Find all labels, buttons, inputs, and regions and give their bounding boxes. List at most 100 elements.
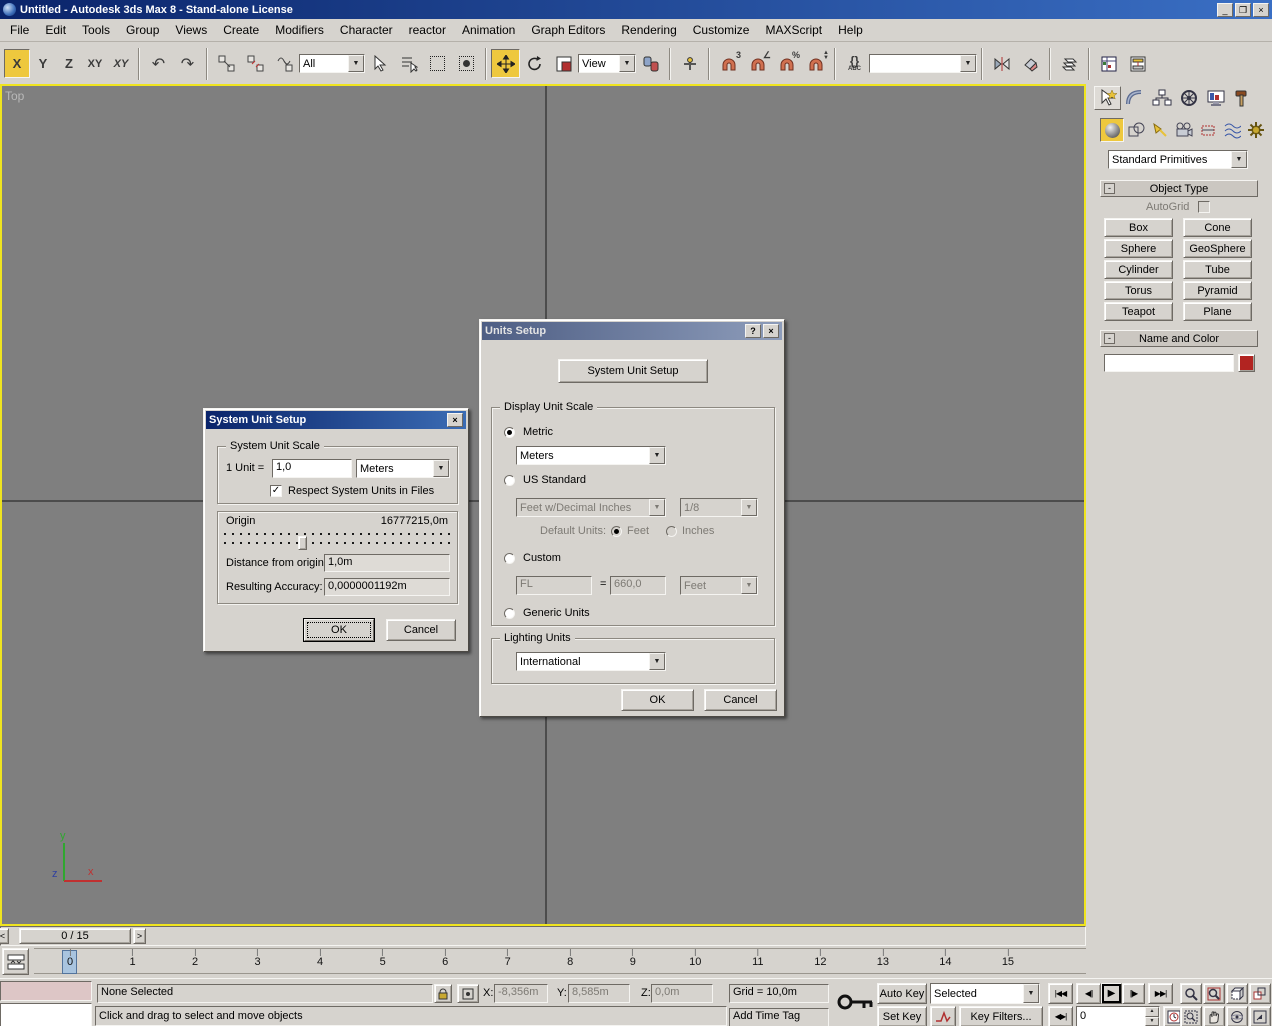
absolute-offset-toggle[interactable] xyxy=(457,984,479,1003)
menu-item-tools[interactable]: Tools xyxy=(74,20,118,40)
units-setup-titlebar[interactable]: Units Setup ? × xyxy=(482,322,782,340)
system-unit-setup-titlebar[interactable]: System Unit Setup × xyxy=(206,411,466,429)
geosphere-button[interactable]: GeoSphere xyxy=(1183,239,1252,258)
chevron-down-icon[interactable]: ▼ xyxy=(649,447,665,464)
rectangular-selection-region-button[interactable] xyxy=(423,49,452,78)
align-button[interactable] xyxy=(1016,49,1045,78)
menu-item-graph-editors[interactable]: Graph Editors xyxy=(523,20,613,40)
angle-snap-button[interactable]: ∠ xyxy=(743,49,772,78)
track-bar[interactable]: 0123456789101112131415 xyxy=(0,946,1086,978)
window-crossing-toggle-button[interactable] xyxy=(452,49,481,78)
zoom-all-button[interactable] xyxy=(1203,983,1225,1004)
chevron-down-icon[interactable]: ▼ xyxy=(649,653,665,670)
object-name-input[interactable] xyxy=(1104,354,1234,372)
tab-motion[interactable] xyxy=(1175,86,1202,110)
select-object-button[interactable] xyxy=(365,49,394,78)
box-button[interactable]: Box xyxy=(1104,218,1173,237)
next-frame-arrow[interactable]: > xyxy=(133,928,146,944)
generic-units-radio[interactable] xyxy=(504,608,515,619)
system-unit-setup-button[interactable]: System Unit Setup xyxy=(558,359,708,383)
category-cameras[interactable] xyxy=(1172,118,1196,142)
menu-item-reactor[interactable]: reactor xyxy=(401,20,454,40)
default-tangent-curve-button[interactable] xyxy=(930,1006,956,1026)
respect-units-label[interactable]: Respect System Units in Files xyxy=(288,485,434,497)
zoom-button[interactable] xyxy=(1180,983,1202,1004)
ok-button[interactable]: OK xyxy=(621,689,694,711)
key-filters-button[interactable]: Key Filters... xyxy=(959,1006,1043,1026)
close-button[interactable]: × xyxy=(763,324,779,338)
close-button[interactable]: × xyxy=(447,413,463,427)
time-slider[interactable]: < 0 / 15 > xyxy=(0,926,1086,946)
maxscript-listener-white[interactable] xyxy=(0,1003,92,1026)
unlink-selection-icon[interactable] xyxy=(241,49,270,78)
collapse-icon[interactable]: - xyxy=(1104,183,1115,194)
maxscript-listener-pink[interactable] xyxy=(0,981,92,1001)
custom-name-input[interactable]: FL xyxy=(516,576,592,595)
set-key-button[interactable]: Set Key xyxy=(877,1006,927,1026)
category-geometry[interactable] xyxy=(1100,118,1124,142)
named-selection-dropdown[interactable]: ▼ xyxy=(869,54,977,73)
next-frame-button[interactable]: ||▶ xyxy=(1122,983,1145,1004)
chevron-down-icon[interactable]: ▼ xyxy=(619,55,635,72)
menu-item-file[interactable]: File xyxy=(2,20,37,40)
region-zoom-button[interactable] xyxy=(1180,1006,1202,1026)
auto-key-button[interactable]: Auto Key xyxy=(877,983,927,1004)
cone-button[interactable]: Cone xyxy=(1183,218,1252,237)
percent-snap-button[interactable]: % xyxy=(772,49,801,78)
chevron-down-icon[interactable]: ▼ xyxy=(960,55,976,72)
default-feet-radio[interactable] xyxy=(611,526,622,537)
chevron-down-icon[interactable]: ▼ xyxy=(1231,151,1247,168)
pyramid-button[interactable]: Pyramid xyxy=(1183,281,1252,300)
restrict-z-button[interactable]: Z xyxy=(56,49,82,78)
tab-create[interactable] xyxy=(1094,86,1121,110)
zoom-extents-all-button[interactable] xyxy=(1249,983,1271,1004)
select-and-link-icon[interactable] xyxy=(212,49,241,78)
title-bar[interactable]: Untitled - Autodesk 3ds Max 8 - Stand-al… xyxy=(0,0,1272,19)
select-and-rotate-button[interactable] xyxy=(520,49,549,78)
help-button[interactable]: ? xyxy=(745,324,761,338)
arc-rotate-button[interactable] xyxy=(1226,1006,1248,1026)
us-standard-label[interactable]: US Standard xyxy=(523,474,586,486)
selection-lock-toggle[interactable] xyxy=(434,984,452,1003)
unit-type-dropdown[interactable]: Meters ▼ xyxy=(356,459,450,478)
cancel-button[interactable]: Cancel xyxy=(704,689,777,711)
menu-item-group[interactable]: Group xyxy=(118,20,167,40)
chevron-down-icon[interactable]: ▼ xyxy=(348,55,364,72)
default-inches-radio[interactable] xyxy=(666,526,677,537)
tab-utilities[interactable] xyxy=(1229,86,1256,110)
edit-named-selections-button[interactable]: {}ABC xyxy=(840,49,869,78)
minimize-button[interactable]: _ xyxy=(1217,3,1233,17)
add-time-tag-field[interactable]: Add Time Tag xyxy=(729,1008,829,1026)
menu-item-maxscript[interactable]: MAXScript xyxy=(757,20,830,40)
play-button[interactable]: ▶ xyxy=(1101,983,1122,1004)
menu-item-create[interactable]: Create xyxy=(215,20,267,40)
ok-button[interactable]: OK xyxy=(304,619,374,641)
name-color-rollout-header[interactable]: - Name and Color xyxy=(1100,330,1258,347)
category-shapes[interactable] xyxy=(1124,118,1148,142)
curve-editor-button[interactable] xyxy=(1094,49,1123,78)
restrict-plane-cycle-button[interactable]: XY xyxy=(108,49,134,78)
origin-slider-track[interactable] xyxy=(224,542,452,544)
category-lights[interactable] xyxy=(1148,118,1172,142)
restrict-x-button[interactable]: X xyxy=(4,49,30,78)
x-coordinate-field[interactable]: -8,356m xyxy=(494,984,548,1003)
restrict-y-button[interactable]: Y xyxy=(30,49,56,78)
unit-value-input[interactable]: 1,0 xyxy=(272,459,352,478)
bind-to-spacewarp-icon[interactable] xyxy=(270,49,299,78)
set-keys-key-icon[interactable] xyxy=(836,987,876,1021)
zoom-extents-button[interactable] xyxy=(1226,983,1248,1004)
previous-frame-arrow[interactable]: < xyxy=(0,928,9,944)
menu-item-rendering[interactable]: Rendering xyxy=(613,20,684,40)
viewport-label[interactable]: Top xyxy=(5,89,24,103)
reference-coordsys-dropdown[interactable]: View ▼ xyxy=(578,54,636,73)
object-type-rollout-header[interactable]: - Object Type xyxy=(1100,180,1258,197)
y-coordinate-field[interactable]: 8,585m xyxy=(568,984,630,1003)
pan-hand-button[interactable] xyxy=(1203,1006,1225,1026)
tube-button[interactable]: Tube xyxy=(1183,260,1252,279)
origin-slider-thumb[interactable] xyxy=(298,536,307,550)
tab-display[interactable] xyxy=(1202,86,1229,110)
go-to-end-button[interactable]: ▶▶| xyxy=(1148,983,1173,1004)
undo-button[interactable]: ↶ xyxy=(144,49,173,78)
us-standard-radio[interactable] xyxy=(504,475,515,486)
plane-button[interactable]: Plane xyxy=(1183,302,1252,321)
